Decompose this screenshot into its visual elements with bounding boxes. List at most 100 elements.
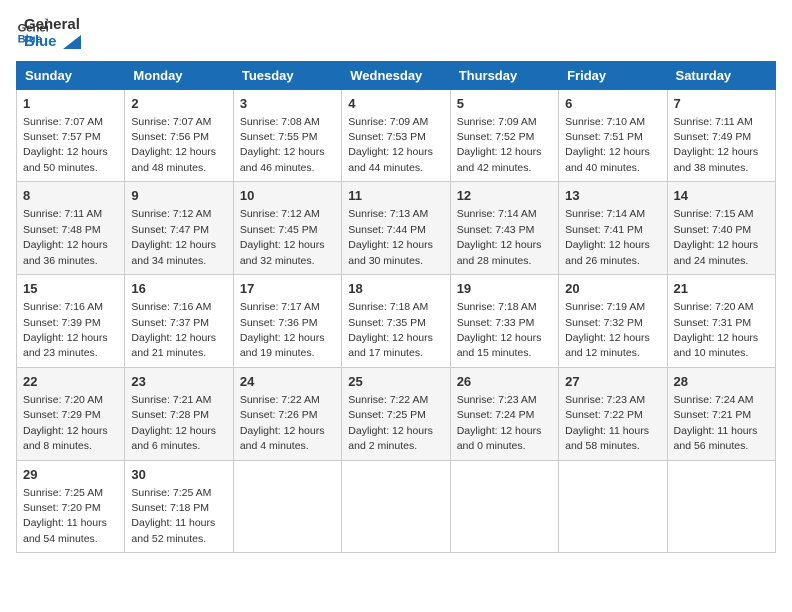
day-cell-14: 14 Sunrise: 7:15 AM Sunset: 7:40 PM Dayl… xyxy=(667,182,775,275)
header-wednesday: Wednesday xyxy=(342,61,450,89)
day-sunset: Sunset: 7:18 PM xyxy=(131,502,209,514)
header-monday: Monday xyxy=(125,61,233,89)
day-cell-9: 9 Sunrise: 7:12 AM Sunset: 7:47 PM Dayli… xyxy=(125,182,233,275)
day-sunrise: Sunrise: 7:20 AM xyxy=(674,301,754,313)
day-daylight-label: Daylight: 11 hours and 52 minutes. xyxy=(131,517,215,544)
day-sunset: Sunset: 7:49 PM xyxy=(674,131,752,143)
day-cell-22: 22 Sunrise: 7:20 AM Sunset: 7:29 PM Dayl… xyxy=(17,367,125,460)
day-daylight-label: Daylight: 12 hours and 8 minutes. xyxy=(23,425,108,452)
day-sunrise: Sunrise: 7:15 AM xyxy=(674,208,754,220)
day-sunrise: Sunrise: 7:17 AM xyxy=(240,301,320,313)
logo-triangle xyxy=(63,35,81,49)
day-sunset: Sunset: 7:35 PM xyxy=(348,317,426,329)
day-sunset: Sunset: 7:21 PM xyxy=(674,409,752,421)
day-sunrise: Sunrise: 7:07 AM xyxy=(23,116,103,128)
day-cell-18: 18 Sunrise: 7:18 AM Sunset: 7:35 PM Dayl… xyxy=(342,275,450,368)
empty-cell-w4c6 xyxy=(667,460,775,553)
week-row-5: 29 Sunrise: 7:25 AM Sunset: 7:20 PM Dayl… xyxy=(17,460,776,553)
day-number: 6 xyxy=(565,95,660,113)
week-row-2: 8 Sunrise: 7:11 AM Sunset: 7:48 PM Dayli… xyxy=(17,182,776,275)
day-number: 27 xyxy=(565,373,660,391)
day-daylight-label: Daylight: 12 hours and 38 minutes. xyxy=(674,146,759,173)
day-number: 2 xyxy=(131,95,226,113)
day-sunrise: Sunrise: 7:10 AM xyxy=(565,116,645,128)
day-sunset: Sunset: 7:20 PM xyxy=(23,502,101,514)
day-daylight-label: Daylight: 12 hours and 0 minutes. xyxy=(457,425,542,452)
day-daylight-label: Daylight: 12 hours and 21 minutes. xyxy=(131,332,216,359)
day-sunrise: Sunrise: 7:24 AM xyxy=(674,394,754,406)
day-sunrise: Sunrise: 7:13 AM xyxy=(348,208,428,220)
day-sunset: Sunset: 7:40 PM xyxy=(674,224,752,236)
header-sunday: Sunday xyxy=(17,61,125,89)
day-sunset: Sunset: 7:52 PM xyxy=(457,131,535,143)
day-sunset: Sunset: 7:37 PM xyxy=(131,317,209,329)
day-number: 20 xyxy=(565,280,660,298)
day-sunrise: Sunrise: 7:12 AM xyxy=(131,208,211,220)
day-sunrise: Sunrise: 7:22 AM xyxy=(240,394,320,406)
day-sunrise: Sunrise: 7:11 AM xyxy=(23,208,102,220)
day-sunrise: Sunrise: 7:19 AM xyxy=(565,301,645,313)
day-sunset: Sunset: 7:48 PM xyxy=(23,224,101,236)
day-number: 14 xyxy=(674,187,769,205)
day-daylight-label: Daylight: 12 hours and 30 minutes. xyxy=(348,239,433,266)
day-daylight-label: Daylight: 12 hours and 34 minutes. xyxy=(131,239,216,266)
logo-general: General xyxy=(24,16,81,33)
day-daylight-label: Daylight: 12 hours and 12 minutes. xyxy=(565,332,650,359)
day-cell-27: 27 Sunrise: 7:23 AM Sunset: 7:22 PM Dayl… xyxy=(559,367,667,460)
day-sunrise: Sunrise: 7:22 AM xyxy=(348,394,428,406)
header-tuesday: Tuesday xyxy=(233,61,341,89)
day-cell-5: 5 Sunrise: 7:09 AM Sunset: 7:52 PM Dayli… xyxy=(450,89,558,182)
day-sunrise: Sunrise: 7:23 AM xyxy=(457,394,537,406)
day-sunset: Sunset: 7:29 PM xyxy=(23,409,101,421)
day-sunset: Sunset: 7:53 PM xyxy=(348,131,426,143)
day-cell-13: 13 Sunrise: 7:14 AM Sunset: 7:41 PM Dayl… xyxy=(559,182,667,275)
day-sunrise: Sunrise: 7:16 AM xyxy=(131,301,211,313)
day-sunset: Sunset: 7:25 PM xyxy=(348,409,426,421)
day-daylight-label: Daylight: 11 hours and 54 minutes. xyxy=(23,517,107,544)
day-daylight-label: Daylight: 12 hours and 26 minutes. xyxy=(565,239,650,266)
day-sunset: Sunset: 7:56 PM xyxy=(131,131,209,143)
day-sunset: Sunset: 7:57 PM xyxy=(23,131,101,143)
day-cell-12: 12 Sunrise: 7:14 AM Sunset: 7:43 PM Dayl… xyxy=(450,182,558,275)
day-number: 8 xyxy=(23,187,118,205)
day-cell-25: 25 Sunrise: 7:22 AM Sunset: 7:25 PM Dayl… xyxy=(342,367,450,460)
day-sunset: Sunset: 7:22 PM xyxy=(565,409,643,421)
day-daylight-label: Daylight: 12 hours and 24 minutes. xyxy=(674,239,759,266)
day-daylight-label: Daylight: 12 hours and 15 minutes. xyxy=(457,332,542,359)
day-cell-17: 17 Sunrise: 7:17 AM Sunset: 7:36 PM Dayl… xyxy=(233,275,341,368)
day-sunset: Sunset: 7:51 PM xyxy=(565,131,643,143)
day-daylight-label: Daylight: 12 hours and 42 minutes. xyxy=(457,146,542,173)
day-cell-2: 2 Sunrise: 7:07 AM Sunset: 7:56 PM Dayli… xyxy=(125,89,233,182)
day-sunrise: Sunrise: 7:11 AM xyxy=(674,116,753,128)
day-daylight-label: Daylight: 12 hours and 10 minutes. xyxy=(674,332,759,359)
day-daylight-label: Daylight: 12 hours and 44 minutes. xyxy=(348,146,433,173)
day-number: 15 xyxy=(23,280,118,298)
day-number: 30 xyxy=(131,466,226,484)
day-daylight-label: Daylight: 12 hours and 19 minutes. xyxy=(240,332,325,359)
day-number: 24 xyxy=(240,373,335,391)
day-sunset: Sunset: 7:41 PM xyxy=(565,224,643,236)
day-daylight-label: Daylight: 12 hours and 2 minutes. xyxy=(348,425,433,452)
day-sunrise: Sunrise: 7:25 AM xyxy=(23,487,103,499)
day-number: 17 xyxy=(240,280,335,298)
logo: General Blue General Blue xyxy=(16,16,81,51)
day-cell-10: 10 Sunrise: 7:12 AM Sunset: 7:45 PM Dayl… xyxy=(233,182,341,275)
day-sunset: Sunset: 7:33 PM xyxy=(457,317,535,329)
day-cell-11: 11 Sunrise: 7:13 AM Sunset: 7:44 PM Dayl… xyxy=(342,182,450,275)
day-sunrise: Sunrise: 7:18 AM xyxy=(348,301,428,313)
day-number: 19 xyxy=(457,280,552,298)
day-number: 25 xyxy=(348,373,443,391)
day-sunrise: Sunrise: 7:21 AM xyxy=(131,394,211,406)
day-daylight-label: Daylight: 12 hours and 17 minutes. xyxy=(348,332,433,359)
header-saturday: Saturday xyxy=(667,61,775,89)
day-sunset: Sunset: 7:45 PM xyxy=(240,224,318,236)
day-number: 9 xyxy=(131,187,226,205)
day-number: 3 xyxy=(240,95,335,113)
day-sunrise: Sunrise: 7:14 AM xyxy=(565,208,645,220)
day-number: 5 xyxy=(457,95,552,113)
day-sunset: Sunset: 7:43 PM xyxy=(457,224,535,236)
calendar-table: SundayMondayTuesdayWednesdayThursdayFrid… xyxy=(16,61,776,554)
day-daylight-label: Daylight: 12 hours and 48 minutes. xyxy=(131,146,216,173)
day-cell-4: 4 Sunrise: 7:09 AM Sunset: 7:53 PM Dayli… xyxy=(342,89,450,182)
header-thursday: Thursday xyxy=(450,61,558,89)
